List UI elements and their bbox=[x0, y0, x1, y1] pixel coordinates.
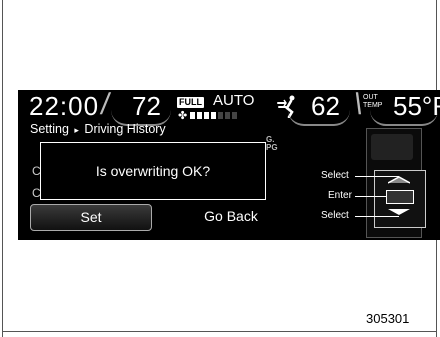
figure-number: 305301 bbox=[366, 311, 410, 326]
breadcrumb-current: Driving History bbox=[84, 122, 166, 136]
fan-icon: ✤ bbox=[178, 110, 188, 122]
figure-frame-bottom bbox=[2, 331, 437, 332]
outside-temp-label: OUT TEMP bbox=[363, 94, 382, 110]
outside-temperature: 55°F bbox=[393, 91, 440, 121]
figure-frame-left bbox=[2, 0, 3, 337]
outside-temp-label-line1: OUT bbox=[363, 94, 378, 101]
chevron-up-icon[interactable] bbox=[388, 176, 410, 184]
dialog-message: Is overwriting OK? bbox=[95, 163, 211, 179]
set-button[interactable]: Set bbox=[30, 204, 152, 231]
breadcrumb: Setting ▸ Driving History bbox=[30, 122, 166, 138]
callout-leader-line bbox=[355, 176, 399, 177]
fan-bar bbox=[190, 112, 195, 119]
fan-speed-bars bbox=[190, 112, 237, 120]
controller-enter-button[interactable] bbox=[386, 190, 414, 204]
display-screen: 22:00 / 72 FULL AUTO ✤ 62 \ OUT TEMP 55°… bbox=[18, 90, 440, 240]
fan-full-badge: FULL bbox=[177, 97, 204, 108]
controller-top-knob bbox=[371, 134, 413, 160]
occluded-label: G. PG bbox=[266, 135, 278, 152]
passenger-temperature: 62 bbox=[311, 91, 340, 121]
fan-bar bbox=[211, 112, 216, 119]
clock-time: 22:00 bbox=[29, 91, 100, 121]
callout-select-bottom: Select bbox=[321, 210, 349, 221]
callout-enter: Enter bbox=[328, 190, 352, 201]
fan-bar bbox=[225, 112, 230, 119]
confirm-dialog: Is overwriting OK? bbox=[40, 142, 266, 200]
go-back-button[interactable]: Go Back bbox=[176, 204, 286, 229]
outside-temp-label-line2: TEMP bbox=[363, 102, 383, 109]
fan-bar bbox=[197, 112, 202, 119]
divider-slash: / bbox=[98, 90, 112, 121]
callout-leader-line bbox=[355, 196, 387, 197]
fan-bar bbox=[232, 112, 237, 119]
driver-temperature: 72 bbox=[132, 91, 161, 121]
fan-mode-label: AUTO bbox=[213, 92, 255, 109]
callout-leader-line bbox=[355, 216, 399, 217]
breadcrumb-parent: Setting bbox=[30, 122, 69, 136]
fan-bar bbox=[218, 112, 223, 119]
fan-bar bbox=[204, 112, 209, 119]
breadcrumb-separator-icon: ▸ bbox=[74, 125, 79, 135]
chevron-down-icon[interactable] bbox=[388, 208, 410, 216]
callout-select-top: Select bbox=[321, 170, 349, 181]
